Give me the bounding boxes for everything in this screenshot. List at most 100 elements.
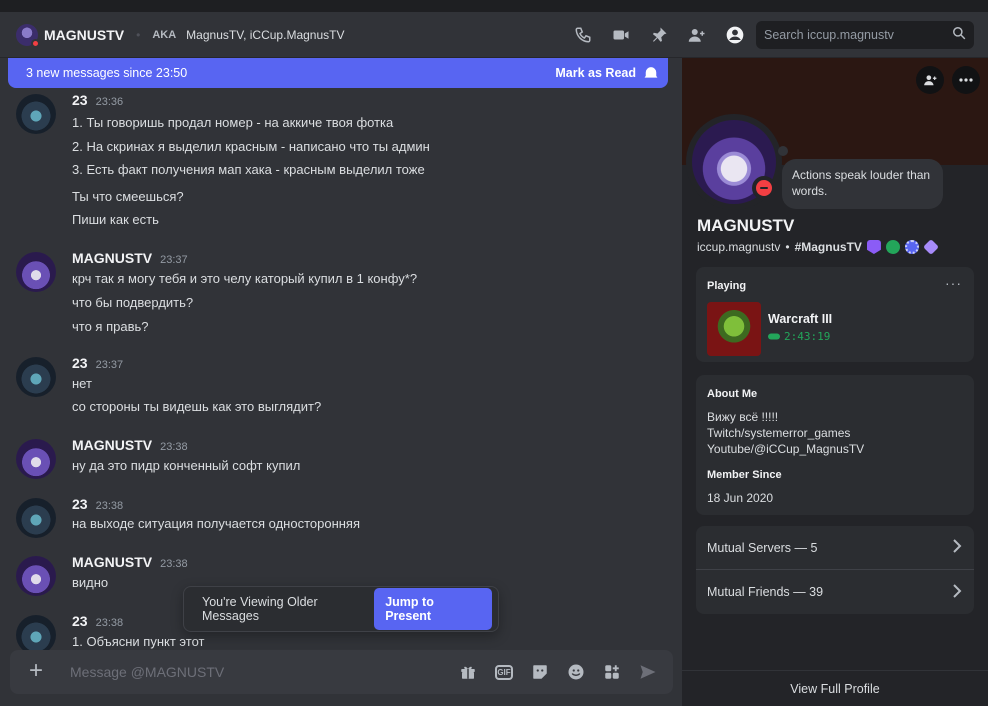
message-line: со стороны ты видешь как это выглядит? (72, 399, 322, 414)
new-messages-text: 3 new messages since 23:50 (26, 66, 188, 80)
avatar[interactable] (16, 357, 56, 397)
message-line: нет (72, 376, 92, 391)
about-line[interactable]: Twitch/systemerror_games (707, 425, 864, 441)
avatar[interactable] (16, 498, 56, 538)
send-icon[interactable] (637, 661, 659, 683)
message-author[interactable]: MAGNUSTV (72, 250, 152, 266)
profile-display-name: MAGNUSTV (697, 216, 795, 235)
message-author[interactable]: 23 (72, 613, 88, 629)
aka-label: AKA (152, 28, 177, 41)
message-timestamp: 23:37 (95, 359, 124, 371)
message-timestamp: 23:38 (160, 558, 188, 570)
profile-tag: #MagnusTV (794, 240, 862, 254)
dm-recipient-name[interactable]: MAGNUSTV (44, 27, 124, 43)
profile-identity-row: iccup.magnustv • #MagnusTV (697, 239, 939, 255)
video-call-icon[interactable] (610, 24, 632, 46)
activity-more-icon[interactable]: ··· (945, 275, 962, 291)
dnd-status-icon (752, 176, 776, 200)
chevron-right-icon (952, 539, 962, 556)
add-friend-icon[interactable] (916, 66, 944, 94)
avatar[interactable] (16, 556, 56, 596)
more-options-icon[interactable] (952, 66, 980, 94)
message-author[interactable]: 23 (72, 355, 88, 371)
warcraft-game-icon (707, 302, 761, 356)
mutuals-card: Mutual Servers — 5 Mutual Friends — 39 (696, 526, 974, 614)
message-composer: + GIF (10, 650, 673, 694)
mark-read-icon (644, 67, 658, 78)
message-line: на выходе ситуация получается односторон… (72, 516, 361, 531)
game-title: Warcraft III (768, 312, 833, 326)
mutual-friends-row[interactable]: Mutual Friends — 39 (696, 570, 974, 614)
avatar[interactable] (16, 615, 56, 655)
search-input[interactable] (764, 28, 952, 42)
dnd-status-icon (31, 38, 40, 48)
about-label: About Me (707, 388, 758, 400)
message-line: крч так я могу тебя и это челу каторый к… (72, 271, 418, 286)
mutual-servers-label: Mutual Servers — 5 (707, 540, 818, 555)
message-line: видно (72, 575, 109, 590)
add-friends-to-dm-icon[interactable] (686, 24, 708, 46)
avatar[interactable] (16, 94, 56, 134)
identity-separator: • (785, 240, 790, 254)
emoji-icon[interactable] (565, 661, 587, 683)
search-icon (952, 26, 966, 45)
activity-card: Playing ··· Warcraft III 2:43:19 (696, 267, 974, 362)
window-titlebar (0, 0, 988, 12)
older-messages-notice: You're Viewing Older Messages Jump to Pr… (183, 586, 499, 632)
message-line: ну да это пидр конченный софт купил (72, 458, 301, 473)
message-author[interactable]: MAGNUSTV (72, 437, 152, 453)
message-line: 1. Ты говоришь продал номер - на аккиче … (72, 115, 394, 130)
boost-badge-icon[interactable] (904, 240, 919, 254)
gif-icon[interactable]: GIF (493, 661, 515, 683)
jump-to-present-button[interactable]: Jump to Present (374, 588, 492, 630)
message-author[interactable]: MAGNUSTV (72, 554, 152, 570)
message-line: Ты что смеешься? (72, 189, 184, 204)
elapsed-time: 2:43:19 (784, 330, 831, 343)
hashtag-badge-icon[interactable] (885, 240, 900, 254)
aka-names: MagnusTV, iCCup.MagnusTV (186, 27, 345, 42)
apps-icon[interactable] (601, 661, 623, 683)
quest-badge-icon[interactable] (923, 239, 939, 255)
nitro-badge-icon[interactable] (866, 240, 881, 254)
about-card: About Me Вижу всё !!!!! Twitch/systemerr… (696, 375, 974, 515)
mark-as-read-button[interactable]: Mark as Read (555, 66, 658, 80)
chat-area: 3 new messages since 23:50 Mark as Read … (0, 58, 682, 706)
sticker-icon[interactable] (529, 661, 551, 683)
mutual-friends-label: Mutual Friends — 39 (707, 585, 824, 599)
message-line: 1. Объясни пункт этот (72, 634, 205, 649)
search-bar[interactable] (756, 21, 974, 49)
message-line: 2. На скринах я выделил красным - написа… (72, 139, 430, 154)
member-since-label: Member Since (707, 469, 782, 481)
view-full-profile-button[interactable]: View Full Profile (682, 670, 988, 706)
activity-label: Playing (707, 280, 747, 292)
header-avatar[interactable] (16, 23, 40, 48)
message-line: что бы подвердить? (72, 295, 194, 310)
custom-status-bubble: Actions speak louder than words. (782, 159, 943, 209)
dm-header: MAGNUSTV • AKA MagnusTV, iCCup.MagnusTV (0, 12, 988, 58)
upload-plus-icon[interactable]: + (24, 659, 48, 684)
member-since-date: 18 Jun 2020 (707, 491, 774, 505)
message-line: 3. Есть факт получения мап хака - красны… (72, 162, 425, 177)
user-profile-icon[interactable] (724, 24, 746, 46)
chevron-right-icon (952, 583, 962, 601)
message-line: что я правь? (72, 319, 149, 334)
older-messages-text: You're Viewing Older Messages (202, 595, 318, 623)
message-input[interactable] (70, 664, 457, 680)
message-author[interactable]: 23 (72, 496, 88, 512)
message-author[interactable]: 23 (72, 92, 88, 108)
avatar[interactable] (16, 439, 56, 479)
message-timestamp: 23:38 (95, 500, 124, 512)
message-timestamp: 23:38 (160, 441, 188, 453)
new-messages-banner[interactable]: 3 new messages since 23:50 Mark as Read (8, 58, 668, 88)
pin-icon[interactable] (648, 24, 670, 46)
about-line[interactable]: Youtube/@iCCup_MagnusTV (707, 441, 864, 457)
gift-icon[interactable] (457, 661, 479, 683)
message-line: Пиши как есть (72, 212, 159, 227)
mark-as-read-label: Mark as Read (555, 66, 636, 80)
message-timestamp: 23:37 (160, 254, 188, 266)
phone-call-icon[interactable] (572, 24, 594, 46)
game-elapsed: 2:43:19 (768, 330, 830, 343)
mutual-servers-row[interactable]: Mutual Servers — 5 (696, 526, 974, 570)
profile-avatar[interactable] (686, 114, 782, 210)
avatar[interactable] (16, 252, 56, 292)
